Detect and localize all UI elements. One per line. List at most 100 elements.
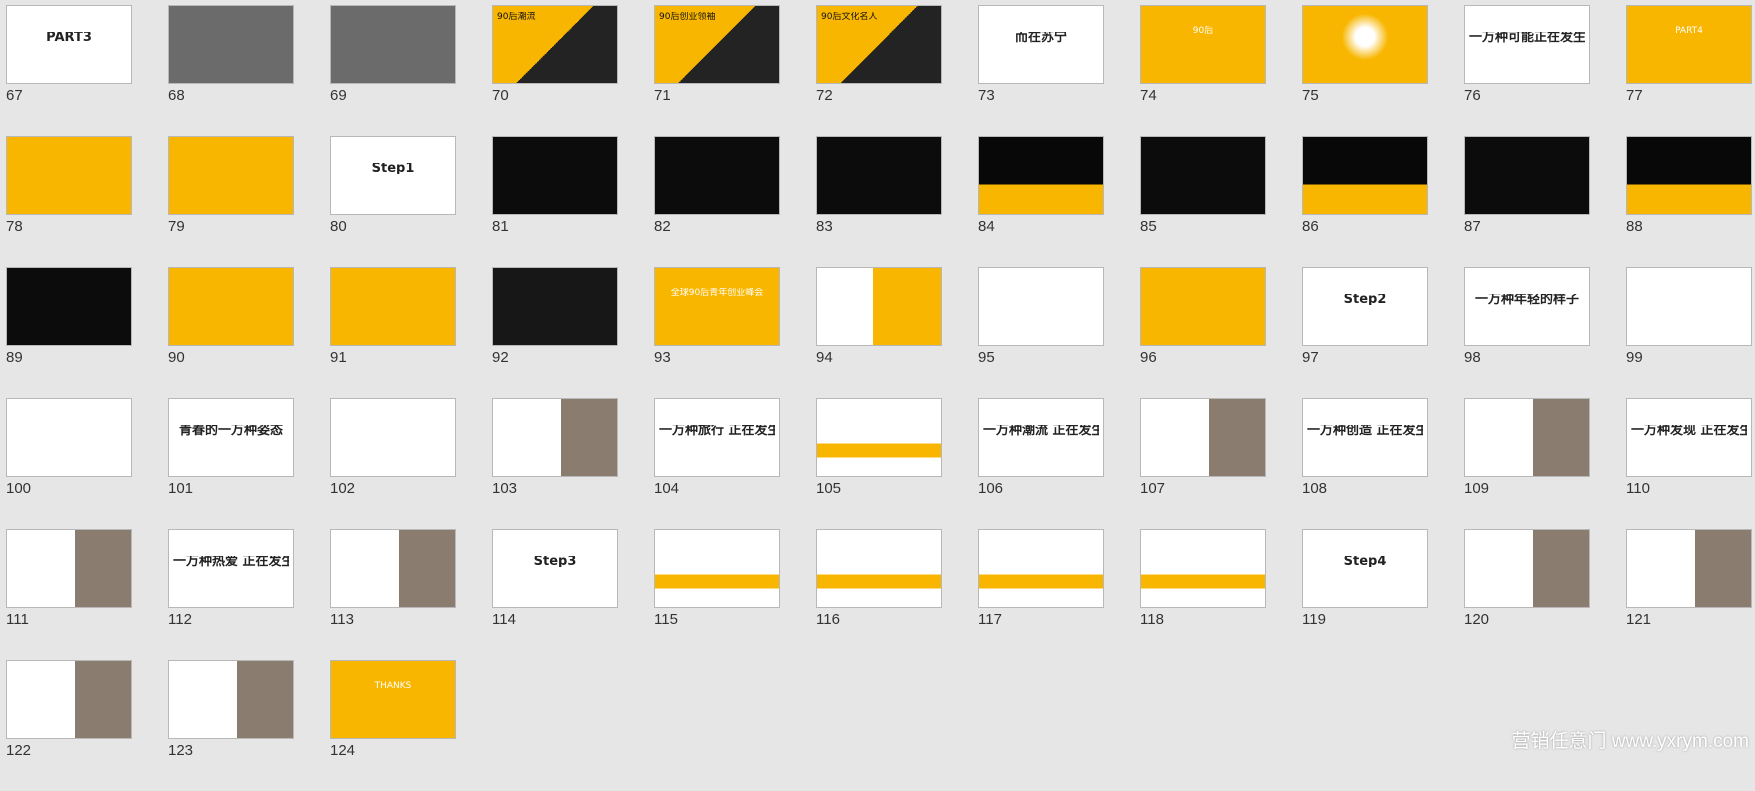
slide-number: 95 [978,349,995,366]
slide-thumbnail[interactable] [1302,136,1428,215]
slide-number: 89 [6,349,23,366]
slide-title: 90后文化名人 [821,12,878,22]
slide-thumbnail[interactable] [816,136,942,215]
slide-thumbnail[interactable] [1626,529,1752,608]
slide-thumbnail[interactable]: Step1 [330,136,456,215]
slide-thumbnail[interactable] [816,267,942,346]
slide-number: 110 [1626,480,1650,497]
slide-cell: 一万种发现 正在发生 110 [1626,398,1752,529]
slide-number: 68 [168,87,185,104]
slide-number: 104 [654,480,680,497]
slide-number: 69 [330,87,347,104]
slide-number: 103 [492,480,518,497]
slide-title: Step1 [371,163,415,174]
slide-thumbnail[interactable]: 一万种年轻的样子 [1464,267,1590,346]
slide-thumbnail[interactable] [978,529,1104,608]
slide-number: 96 [1140,349,1157,366]
slide-thumbnail[interactable] [1464,398,1590,477]
slide-number: 79 [168,218,185,235]
slide-title: THANKS [374,681,412,691]
slide-thumbnail[interactable] [492,136,618,215]
slide-cell: 103 [492,398,618,529]
slide-number: 121 [1626,611,1652,628]
slide-thumbnail[interactable]: 90后文化名人 [816,5,942,84]
slide-thumbnail[interactable]: 一万种热爱 正在发生 [168,529,294,608]
slide-number: 81 [492,218,509,235]
slide-title: Step2 [1343,294,1387,305]
slide-thumbnail[interactable]: 一万种创造 正在发生 [1302,398,1428,477]
slide-thumbnail[interactable] [330,398,456,477]
slide-cell: 而在苏宁 73 [978,5,1104,136]
slide-thumbnail[interactable] [978,267,1104,346]
slide-thumbnail[interactable] [168,267,294,346]
slide-thumbnail[interactable]: PART4 [1626,5,1752,84]
slide-thumbnail[interactable]: 一万种可能正在发生 [1464,5,1590,84]
slide-thumbnail[interactable] [168,660,294,739]
slide-thumbnail[interactable] [1140,529,1266,608]
slide-number: 73 [978,87,995,104]
slide-thumbnail[interactable] [6,136,132,215]
slide-cell: 121 [1626,529,1752,660]
slide-thumbnail[interactable] [6,398,132,477]
slide-thumbnail[interactable]: Step3 [492,529,618,608]
slide-thumbnail[interactable]: Step4 [1302,529,1428,608]
slide-thumbnail[interactable]: 全球90后青年创业峰会 [654,267,780,346]
slide-thumbnail[interactable] [330,267,456,346]
slide-number: 80 [330,218,347,235]
slide-thumbnail[interactable] [816,529,942,608]
slide-thumbnail[interactable] [330,529,456,608]
slide-cell: 78 [6,136,132,267]
slide-title: 一万种潮流 正在发生 [983,425,1099,436]
slide-thumbnail[interactable]: 一万种潮流 正在发生 [978,398,1104,477]
slide-thumbnail[interactable]: 90后创业领袖 [654,5,780,84]
slide-title: 而在苏宁 [1014,32,1067,43]
slide-thumbnail[interactable] [168,5,294,84]
slide-thumbnail[interactable]: 一万种旅行 正在发生 [654,398,780,477]
slide-thumbnail[interactable] [1140,136,1266,215]
slide-cell: 75 [1302,5,1428,136]
slide-cell: 90后 74 [1140,5,1266,136]
slide-thumbnail[interactable] [1626,267,1752,346]
slide-thumbnail[interactable]: PART3 [6,5,132,84]
slide-cell: 92 [492,267,618,398]
slide-thumbnail[interactable] [1140,398,1266,477]
slide-thumbnail[interactable] [816,398,942,477]
slide-title: 一万种热爱 正在发生 [173,556,289,567]
slide-number: 91 [330,349,347,366]
slide-cell: 111 [6,529,132,660]
slide-cell: THANKS 124 [330,660,456,791]
slide-thumbnail[interactable] [330,5,456,84]
slide-number: 111 [6,611,29,628]
slide-thumbnail[interactable] [1302,5,1428,84]
slide-thumbnail[interactable] [654,529,780,608]
slide-title: 青春的一万种姿态 [178,425,283,436]
slide-number: 117 [978,611,1002,628]
slide-cell: 105 [816,398,942,529]
slide-thumbnail[interactable] [978,136,1104,215]
slide-thumbnail[interactable]: Step2 [1302,267,1428,346]
slide-cell: 118 [1140,529,1266,660]
slide-cell: 一万种旅行 正在发生 104 [654,398,780,529]
slide-cell: 90后文化名人 72 [816,5,942,136]
slide-title: 一万种可能正在发生 [1469,32,1585,43]
slide-thumbnail[interactable] [6,529,132,608]
slide-cell: 一万种年轻的样子 98 [1464,267,1590,398]
slide-thumbnail[interactable] [6,660,132,739]
slide-thumbnail[interactable] [492,398,618,477]
slide-thumbnail[interactable] [1140,267,1266,346]
slide-thumbnail[interactable] [1464,529,1590,608]
slide-number: 123 [168,742,194,759]
slide-thumbnail[interactable]: 青春的一万种姿态 [168,398,294,477]
slide-thumbnail[interactable] [1626,136,1752,215]
slide-thumbnail[interactable]: 90后潮流 [492,5,618,84]
slide-thumbnail[interactable]: 一万种发现 正在发生 [1626,398,1752,477]
slide-thumbnail[interactable] [492,267,618,346]
slide-thumbnail[interactable] [6,267,132,346]
slide-thumbnail[interactable]: THANKS [330,660,456,739]
slide-thumbnail[interactable] [1464,136,1590,215]
slide-thumbnail[interactable] [654,136,780,215]
slide-thumbnail[interactable]: 90后 [1140,5,1266,84]
slide-thumbnail[interactable] [168,136,294,215]
slide-cell: 全球90后青年创业峰会 93 [654,267,780,398]
slide-thumbnail[interactable]: 而在苏宁 [978,5,1104,84]
